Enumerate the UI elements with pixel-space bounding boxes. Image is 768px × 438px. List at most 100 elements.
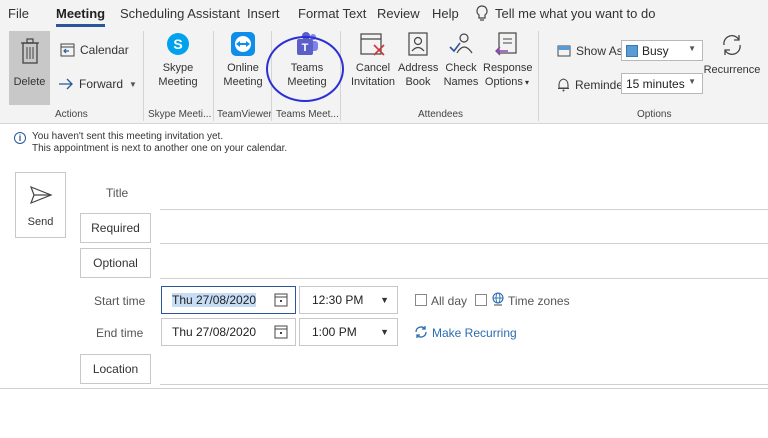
title-label: Title <box>106 186 129 200</box>
show-as-label-group: Show As: <box>557 44 626 58</box>
show-as-select[interactable]: Busy ▼ <box>621 40 703 61</box>
address-book-icon <box>408 32 428 56</box>
forward-label: Forward <box>79 77 124 91</box>
show-as-icon <box>557 45 571 57</box>
tab-meeting[interactable]: Meeting <box>56 6 106 27</box>
chevron-down-icon: ▼ <box>688 44 696 53</box>
trash-icon <box>20 38 39 64</box>
reminder-label-group: Reminder: <box>557 78 630 92</box>
response-label-2: Options ▾ <box>484 76 530 88</box>
show-as-value: Busy <box>642 43 669 58</box>
delete-label: Delete <box>13 76 46 88</box>
response-options-button[interactable]: Response Options ▾ <box>483 31 533 90</box>
send-icon <box>29 185 53 205</box>
group-label-options: Options <box>637 109 672 120</box>
group-label-attendees: Attendees <box>418 109 464 120</box>
cancel-label-2: Invitation <box>350 76 396 88</box>
end-date-value: Thu 27/08/2020 <box>172 325 257 339</box>
tab-help[interactable]: Help <box>432 6 459 21</box>
teamviewer-icon <box>231 32 255 56</box>
calendar-icon <box>60 43 75 57</box>
end-time-value: 1:00 PM <box>312 325 357 339</box>
location-input-underline[interactable] <box>160 384 768 385</box>
tab-format-text[interactable]: Format Text <box>298 6 366 21</box>
make-recurring-link[interactable]: Make Recurring <box>432 326 517 340</box>
info-line-2: This appointment is next to another one … <box>32 143 288 154</box>
chevron-down-icon: ▼ <box>129 79 137 89</box>
recurrence-label: Recurrence <box>703 64 761 76</box>
title-input-underline[interactable] <box>160 209 768 210</box>
end-time-label: End time <box>96 326 144 340</box>
chevron-down-icon: ▼ <box>380 327 389 337</box>
cancel-label-1: Cancel <box>355 62 391 74</box>
start-date-input[interactable]: Thu 27/08/2020 <box>161 286 296 314</box>
time-zones-label: Time zones <box>508 294 570 308</box>
time-zones-checkbox[interactable] <box>475 294 487 306</box>
chevron-down-icon: ▼ <box>380 295 389 305</box>
calendar-label: Calendar <box>80 43 129 57</box>
show-as-label: Show As: <box>576 44 627 58</box>
divider <box>143 31 144 121</box>
send-button[interactable]: Send <box>15 172 66 238</box>
skype-meeting-button[interactable]: S Skype Meeting <box>154 31 202 89</box>
group-label-actions: Actions <box>55 109 88 120</box>
all-day-checkbox[interactable] <box>415 294 427 306</box>
calendar-icon[interactable] <box>274 293 288 307</box>
start-time-select[interactable]: 12:30 PM ▼ <box>299 286 398 314</box>
response-label-1: Response <box>483 62 533 74</box>
tab-file[interactable]: File <box>8 6 29 21</box>
recurrence-button[interactable]: Recurrence <box>703 31 761 77</box>
check-label-2: Names <box>443 76 479 88</box>
reminder-select[interactable]: 15 minutes ▼ <box>621 73 703 94</box>
group-label-teams: Teams Meet... <box>276 109 339 120</box>
delete-button[interactable]: Delete <box>9 31 50 105</box>
cancel-calendar-icon <box>360 33 385 56</box>
group-label-teamviewer: TeamViewer <box>217 109 272 120</box>
optional-button[interactable]: Optional <box>80 248 151 278</box>
required-button[interactable]: Required <box>80 213 151 243</box>
tab-insert[interactable]: Insert <box>247 6 280 21</box>
all-day-label: All day <box>431 294 468 308</box>
ribbon: Delete Calendar Forward ▼ Actions S Skyp… <box>0 27 768 124</box>
calendar-icon[interactable] <box>274 325 288 339</box>
group-label-skype: Skype Meeti... <box>148 109 212 120</box>
required-input-underline[interactable] <box>160 243 768 244</box>
annotation-circle <box>266 36 344 102</box>
send-label: Send <box>27 216 54 228</box>
forward-button[interactable]: Forward ▼ <box>58 77 137 91</box>
info-line-1: You haven't sent this meeting invitation… <box>32 131 224 142</box>
divider <box>213 31 214 121</box>
address-label-1: Address <box>398 62 439 74</box>
online-meeting-label-1: Online <box>227 62 259 74</box>
tell-me-search[interactable]: Tell me what you want to do <box>495 6 655 21</box>
address-label-2: Book <box>405 76 431 88</box>
calendar-button[interactable]: Calendar <box>60 43 129 57</box>
tab-scheduling-assistant[interactable]: Scheduling Assistant <box>120 6 240 21</box>
skype-icon: S <box>167 33 189 55</box>
online-meeting-button[interactable]: Online Meeting <box>220 31 266 89</box>
end-time-select[interactable]: 1:00 PM ▼ <box>299 318 398 346</box>
divider <box>538 31 539 121</box>
bell-icon <box>558 78 569 92</box>
cancel-invitation-button[interactable]: Cancel Invitation <box>348 31 398 89</box>
tab-review[interactable]: Review <box>377 6 420 21</box>
recurrence-icon <box>723 35 741 55</box>
start-time-value: 12:30 PM <box>312 293 364 307</box>
end-date-input[interactable]: Thu 27/08/2020 <box>161 318 296 346</box>
location-button[interactable]: Location <box>80 354 151 384</box>
check-label-1: Check <box>445 62 477 74</box>
optional-input-underline[interactable] <box>160 278 768 279</box>
chevron-down-icon: ▼ <box>688 77 696 86</box>
reminder-value: 15 minutes <box>626 76 685 91</box>
svg-text:S: S <box>173 36 182 52</box>
divider <box>0 388 768 389</box>
info-bar: You haven't sent this meeting invitation… <box>14 131 287 155</box>
forward-arrow-icon <box>59 78 73 90</box>
check-names-button[interactable]: Check Names <box>442 31 480 89</box>
online-meeting-label-2: Meeting <box>223 76 263 88</box>
globe-icon <box>492 292 504 306</box>
address-book-button[interactable]: Address Book <box>398 31 438 89</box>
check-names-icon <box>449 33 473 54</box>
busy-swatch <box>626 44 638 57</box>
skype-label-1: Skype <box>162 62 194 74</box>
